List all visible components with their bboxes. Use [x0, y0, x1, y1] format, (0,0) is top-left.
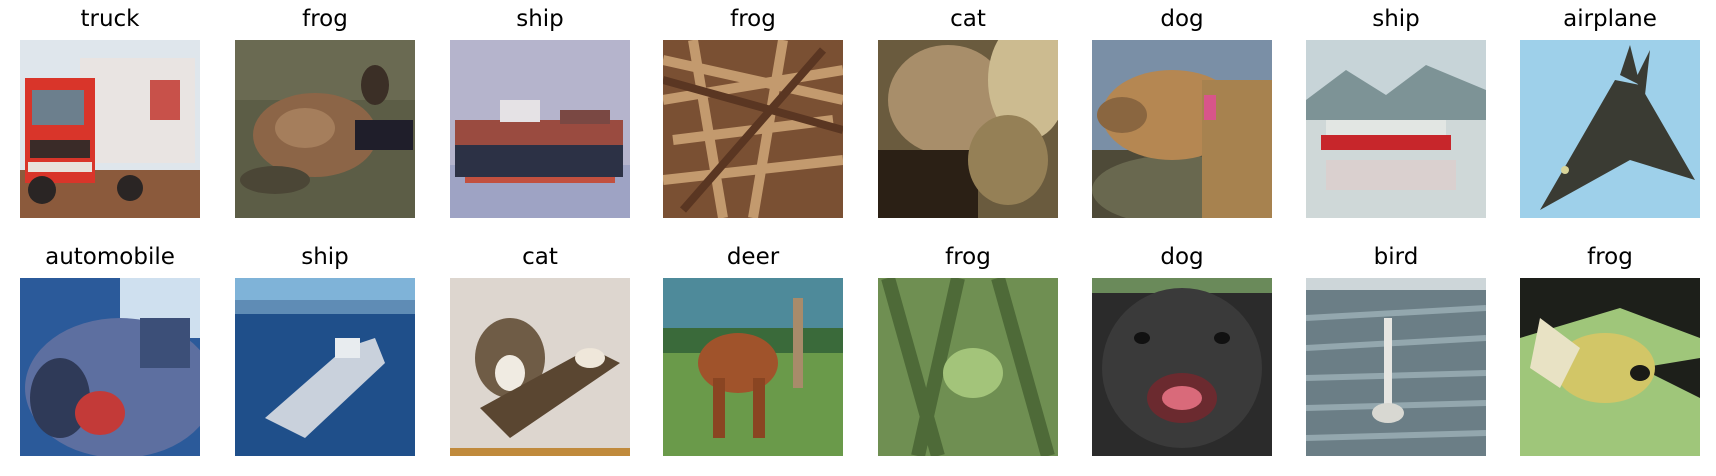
- frog-photo: [1520, 278, 1700, 456]
- ship-photo: [235, 278, 415, 456]
- image-label: airplane: [1563, 6, 1657, 32]
- image-label: cat: [950, 6, 986, 32]
- airplane-photo: [1520, 40, 1700, 218]
- ship-photo: [450, 40, 630, 218]
- image-label: frog: [302, 6, 348, 32]
- image-label: frog: [945, 244, 991, 270]
- image-label: ship: [301, 244, 349, 270]
- bird-photo: [1306, 278, 1486, 456]
- image-label: ship: [1372, 6, 1420, 32]
- image-label: frog: [730, 6, 776, 32]
- frog-photo: [235, 40, 415, 218]
- frog-photo: [878, 278, 1058, 456]
- image-label: dog: [1160, 244, 1204, 270]
- image-label: frog: [1587, 244, 1633, 270]
- image-label: automobile: [45, 244, 175, 270]
- image-label: cat: [522, 244, 558, 270]
- dog-photo: [1092, 40, 1272, 218]
- deer-photo: [663, 278, 843, 456]
- automobile-photo: [20, 278, 200, 456]
- truck-photo: [20, 40, 200, 218]
- cat-photo: [878, 40, 1058, 218]
- image-label: ship: [516, 6, 564, 32]
- dog-photo: [1092, 278, 1272, 456]
- image-label: bird: [1373, 244, 1419, 270]
- cat-photo: [450, 278, 630, 456]
- frog-photo: [663, 40, 843, 218]
- image-grid: truck frog ship frog cat dog ship airpla…: [0, 0, 1716, 476]
- image-label: dog: [1160, 6, 1204, 32]
- image-label: truck: [80, 6, 140, 32]
- image-label: deer: [726, 244, 780, 270]
- ship-photo: [1306, 40, 1486, 218]
